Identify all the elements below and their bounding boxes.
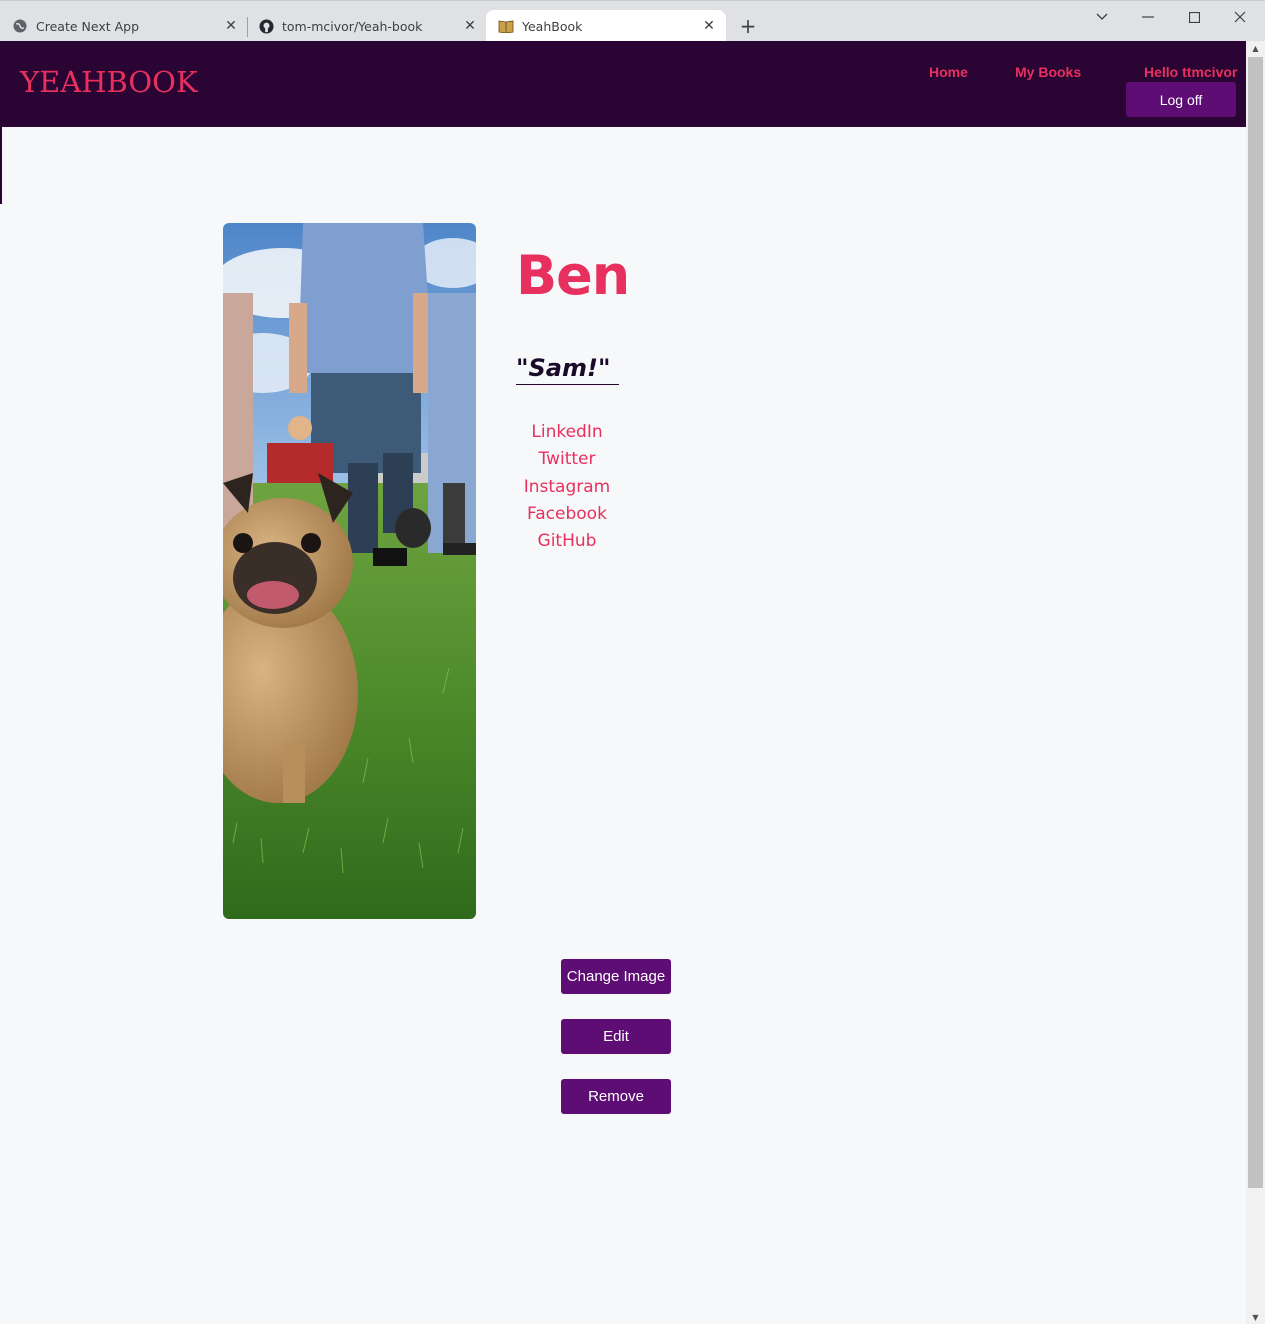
facebook-link[interactable]: Facebook [517,503,617,530]
social-links: LinkedIn Twitter Instagram Facebook GitH… [517,421,617,557]
linkedin-link[interactable]: LinkedIn [517,421,617,448]
tab-title: YeahBook [522,18,583,34]
close-icon[interactable]: ✕ [700,17,718,35]
github-icon [258,18,274,34]
maximize-icon[interactable] [1182,5,1206,29]
twitter-link[interactable]: Twitter [517,448,617,475]
log-off-button[interactable]: Log off [1126,82,1236,117]
edit-button[interactable]: Edit [561,1019,671,1054]
scroll-down-icon[interactable]: ▼ [1246,1310,1265,1324]
remove-button[interactable]: Remove [561,1079,671,1114]
book-icon [498,18,514,34]
profile-quote: "Sam!" [516,354,619,385]
browser-tab[interactable]: Create Next App ✕ [12,10,248,42]
profile-name: Ben [516,244,630,307]
profile-photo [223,223,476,919]
scroll-up-icon[interactable]: ▲ [1246,41,1265,55]
change-image-button[interactable]: Change Image [561,959,671,994]
scrollbar-thumb[interactable] [1248,57,1263,1188]
close-icon[interactable]: ✕ [461,17,479,35]
user-greeting: Hello ttmcivor [1144,64,1238,80]
github-link[interactable]: GitHub [517,530,617,557]
nav-my-books-link[interactable]: My Books [1015,64,1081,80]
browser-tab[interactable]: tom-mcivor/Yeah-book ✕ [251,10,487,42]
page-viewport: YEAHBOOK Home My Books Hello ttmcivor Lo… [0,41,1265,1324]
tab-title: tom-mcivor/Yeah-book [282,18,423,34]
close-window-icon[interactable] [1228,5,1252,29]
browser-tabbar: Create Next App ✕ tom-mcivor/Yeah-book ✕… [0,0,1265,42]
site-logo[interactable]: YEAHBOOK [20,65,198,99]
tab-search-icon[interactable] [1090,5,1114,29]
tab-separator [247,17,248,37]
minimize-icon[interactable] [1136,5,1160,29]
instagram-link[interactable]: Instagram [517,476,617,503]
close-icon[interactable]: ✕ [222,17,240,35]
navbar: YEAHBOOK Home My Books Hello ttmcivor Lo… [2,41,1246,127]
tab-title: Create Next App [36,18,140,34]
browser-tab-active[interactable]: YeahBook ✕ [486,10,726,42]
new-tab-icon[interactable]: + [737,14,759,38]
globe-icon [12,18,28,34]
vertical-scrollbar[interactable]: ▲ ▼ [1246,41,1265,1324]
nav-home-link[interactable]: Home [929,64,968,80]
